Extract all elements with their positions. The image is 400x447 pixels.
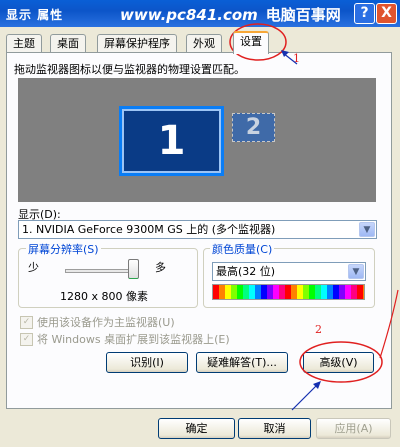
annotation-label-2: 2: [315, 323, 322, 336]
annotation-label-1: 1: [293, 52, 300, 65]
display-select-value: 1. NVIDIA GeForce 9300M GS 上的 (多个监视器): [22, 223, 276, 236]
color-quality-select[interactable]: 最高(32 位) ▼: [212, 262, 366, 281]
resolution-less-label: 少: [28, 261, 39, 274]
help-button[interactable]: ?: [354, 3, 375, 24]
resolution-slider-track[interactable]: [65, 269, 137, 273]
window-title: 显示 属性: [6, 8, 64, 22]
monitor-1-icon[interactable]: 1: [119, 106, 224, 176]
watermark-site-name: 电脑百事网: [265, 6, 341, 24]
identify-button[interactable]: 识别(I): [106, 352, 188, 373]
color-spectrum-bar: [212, 284, 365, 300]
primary-monitor-checkbox[interactable]: ✓ 使用该设备作为主监视器(U): [20, 314, 175, 330]
tab-desktop[interactable]: 桌面: [50, 34, 86, 53]
color-quality-title: 颜色质量(C): [210, 241, 275, 257]
checkbox-checked-icon: ✓: [20, 315, 33, 329]
tab-settings[interactable]: 设置: [233, 31, 269, 54]
display-select[interactable]: 1. NVIDIA GeForce 9300M GS 上的 (多个监视器) ▼: [18, 220, 377, 239]
tab-screensaver[interactable]: 屏幕保护程序: [97, 34, 177, 53]
tab-themes[interactable]: 主题: [6, 34, 42, 53]
watermark: www.pc841.com 电脑百事网: [120, 4, 341, 25]
extend-desktop-checkbox[interactable]: ✓ 将 Windows 桌面扩展到该监视器上(E): [20, 331, 230, 347]
chevron-down-icon[interactable]: ▼: [348, 264, 364, 279]
extend-desktop-label: 将 Windows 桌面扩展到该监视器上(E): [37, 333, 230, 346]
cancel-button[interactable]: 取消: [238, 418, 311, 439]
primary-monitor-label: 使用该设备作为主监视器(U): [37, 316, 175, 329]
resolution-value: 1280 x 800 像素: [60, 290, 148, 303]
checkbox-checked-icon: ✓: [20, 332, 33, 346]
watermark-url: www.pc841.com: [120, 6, 258, 24]
resolution-more-label: 多: [155, 261, 166, 274]
tab-appearance[interactable]: 外观: [186, 34, 222, 53]
resolution-title: 屏幕分辨率(S): [26, 241, 101, 257]
title-bar[interactable]: 显示 属性 www.pc841.com 电脑百事网 ? X: [0, 0, 400, 27]
monitor-description: 拖动监视器图标以便与监视器的物理设置匹配。: [14, 63, 245, 76]
color-quality-value: 最高(32 位): [216, 265, 276, 278]
troubleshoot-button[interactable]: 疑难解答(T)...: [196, 352, 288, 373]
close-button[interactable]: X: [376, 3, 397, 24]
chevron-down-icon[interactable]: ▼: [359, 222, 375, 237]
monitor-2-icon[interactable]: 2: [232, 113, 275, 142]
advanced-button[interactable]: 高级(V): [303, 352, 374, 373]
ok-button[interactable]: 确定: [158, 418, 235, 439]
apply-button[interactable]: 应用(A): [316, 418, 391, 439]
resolution-slider-thumb[interactable]: [128, 259, 139, 279]
